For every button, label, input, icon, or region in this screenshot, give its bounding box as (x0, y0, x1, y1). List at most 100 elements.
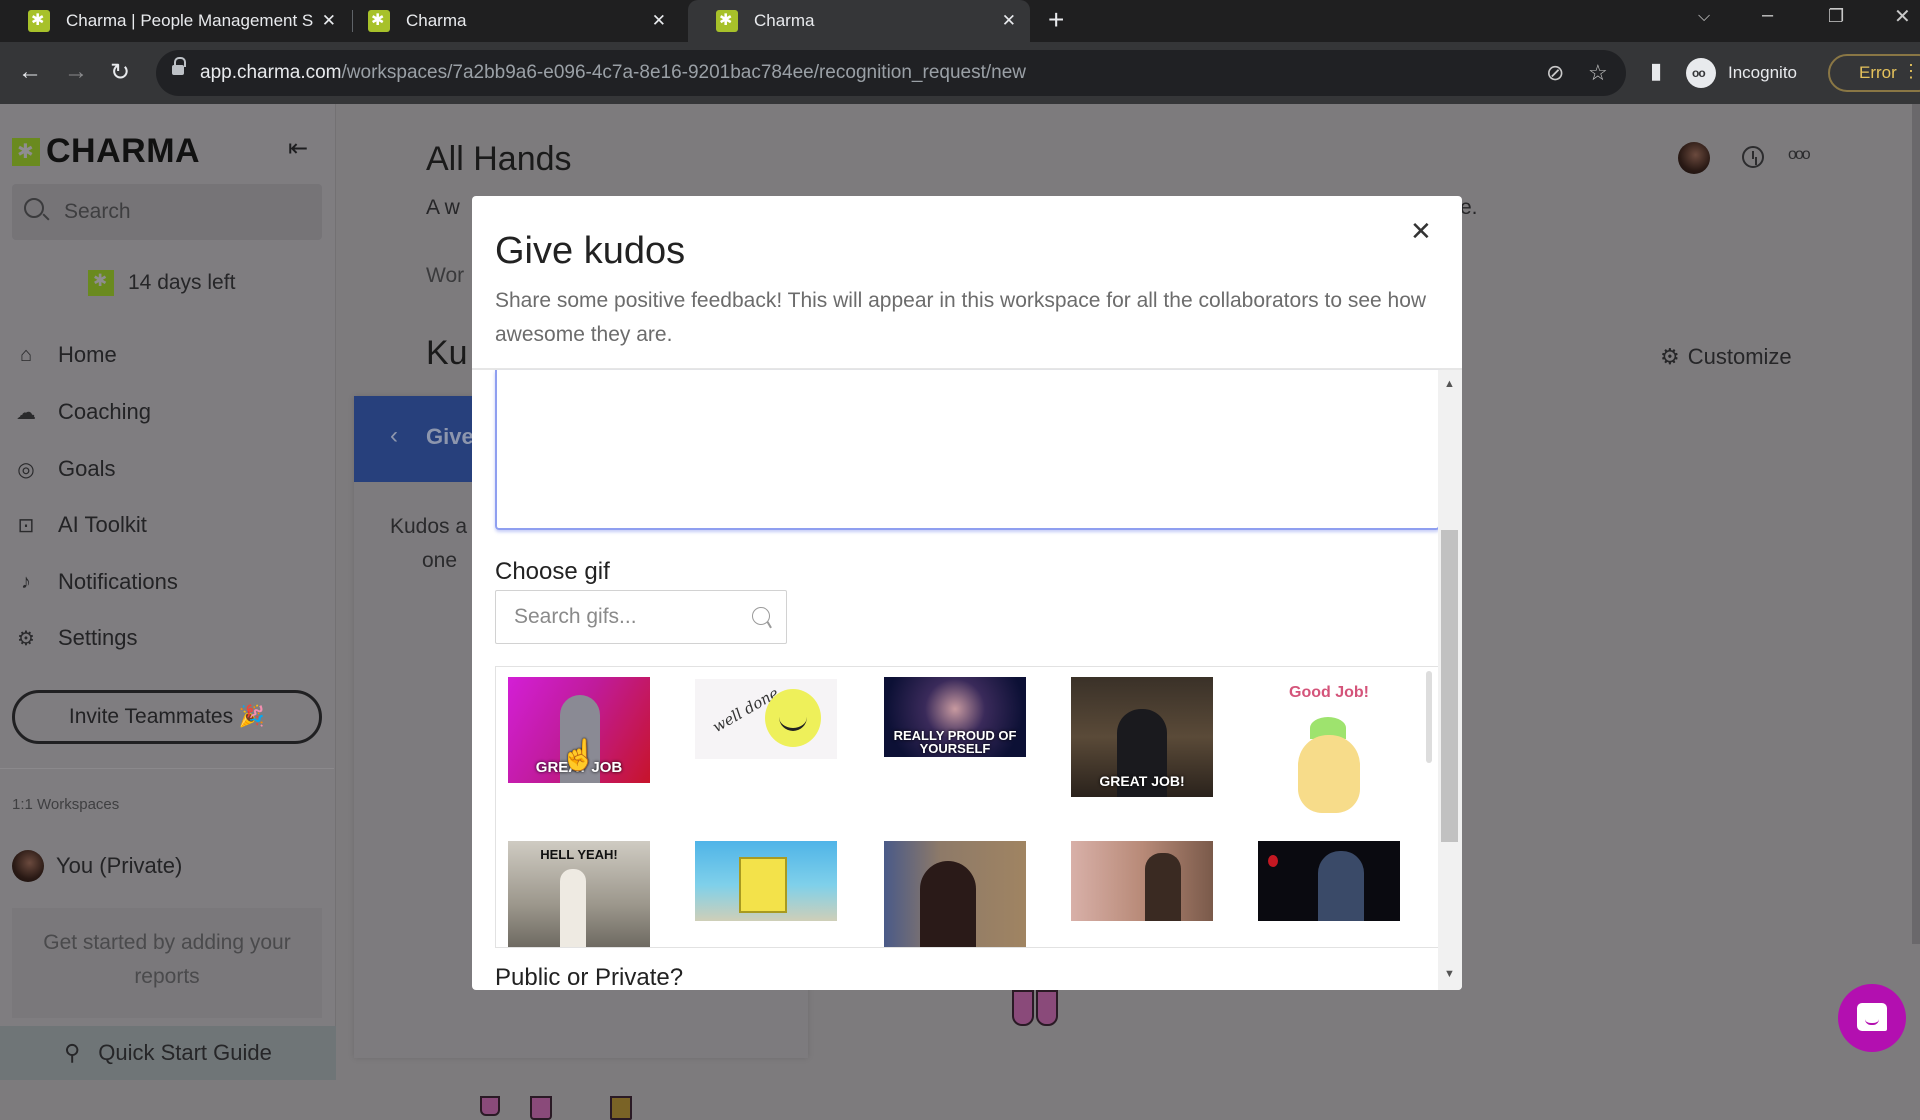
close-tab-icon[interactable]: ✕ (1002, 11, 1016, 31)
sidebar-item-ai-toolkit[interactable]: ⊡ AI Toolkit (12, 512, 147, 538)
kudos-heading: Ku (426, 334, 468, 372)
sidebar-item-goals[interactable]: ◎ Goals (12, 456, 115, 482)
gif-search-input[interactable]: Search gifs... (495, 590, 787, 644)
gif-grid-scrollbar[interactable] (1426, 671, 1432, 763)
quick-start-label: Quick Start Guide (98, 1040, 272, 1065)
gif-option[interactable]: Good Job! (1258, 679, 1400, 819)
incognito-icon (1686, 58, 1716, 88)
customize-button[interactable]: ⚙ Customize (1660, 344, 1792, 370)
bookmark-star-icon[interactable]: ☆ (1588, 60, 1608, 86)
tab-title: Charma (406, 11, 467, 30)
sidebar-item-notifications[interactable]: ♪ Notifications (12, 569, 178, 595)
section-fragment: Wor (426, 264, 465, 287)
gif-caption: GREAT JOB! (1099, 773, 1185, 789)
restore-icon[interactable]: ❐ (1828, 6, 1844, 27)
search-icon (24, 198, 44, 218)
gif-option[interactable]: HELL YEAH! (508, 841, 650, 947)
reload-icon[interactable]: ↻ (110, 58, 130, 87)
add-reports-prompt[interactable]: Get started by adding your reports (12, 908, 322, 1018)
bell-icon: ♪ (21, 570, 31, 593)
chevron-left-icon: ‹ (390, 422, 398, 449)
side-panel-icon[interactable]: ▮ (1650, 58, 1662, 84)
quick-start-guide-button[interactable]: ⚲ Quick Start Guide (0, 1026, 336, 1080)
page-scrollbar[interactable] (1912, 104, 1920, 944)
address-bar[interactable]: app.charma.com/workspaces/7a2bb9a6-e096-… (156, 50, 1626, 96)
gif-option[interactable]: well done (695, 679, 837, 759)
page-title: All Hands (426, 140, 572, 178)
gif-option[interactable]: GREAT JOB! (1071, 677, 1213, 797)
private-workspace-item[interactable]: You (Private) (12, 850, 182, 882)
support-chat-button[interactable] (1838, 984, 1906, 1052)
minimize-icon[interactable]: – (1762, 4, 1773, 27)
choose-gif-label: Choose gif (495, 558, 610, 585)
gif-option[interactable]: REALLY PROUD OF YOURSELF (884, 677, 1026, 757)
sidebar: CHARMA ⇤ Search 14 days left ⌂ Home ☁ Co… (0, 104, 336, 1080)
sidebar-item-settings[interactable]: ⚙ Settings (12, 625, 137, 651)
gif-grid: GREAT JOB well done REALLY PROUD OF YOUR… (495, 666, 1440, 948)
kudos-card-line: Kudos a (390, 515, 468, 538)
error-menu-button[interactable]: Error ⋮ (1828, 54, 1920, 92)
kebab-menu-icon: ⋮ (1902, 61, 1920, 81)
browser-tab[interactable]: Charma | People Management S ✕ (0, 0, 350, 42)
kudos-message-textarea[interactable] (495, 370, 1440, 530)
browser-toolbar: ← → ↻ app.charma.com/workspaces/7a2bb9a6… (0, 42, 1920, 104)
charma-logo-icon (88, 270, 114, 296)
close-icon[interactable]: ✕ (1410, 216, 1432, 247)
window-close-icon[interactable]: ✕ (1894, 4, 1911, 29)
avatar[interactable] (1678, 142, 1710, 174)
sidebar-item-home[interactable]: ⌂ Home (12, 342, 117, 368)
tab-title: Charma (754, 11, 815, 30)
invite-teammates-button[interactable]: Invite Teammates 🎉 (12, 690, 322, 744)
close-tab-icon[interactable]: ✕ (652, 11, 666, 31)
logo-text: CHARMA (46, 132, 201, 170)
new-tab-button[interactable]: + (1048, 4, 1064, 36)
modal-title: Give kudos (495, 230, 686, 272)
hand-cursor-icon: ☝ (560, 739, 598, 772)
gif-option[interactable] (695, 841, 837, 921)
gif-option[interactable] (884, 841, 1026, 947)
gif-caption: Good Job! (1289, 684, 1369, 701)
charma-logo[interactable]: CHARMA (12, 132, 200, 171)
gif-option[interactable] (1071, 841, 1213, 921)
smiley-icon (765, 689, 821, 747)
browser-tab[interactable]: Charma ✕ (340, 0, 680, 42)
decorative-illustration (1012, 990, 1034, 1026)
avatar (12, 850, 44, 882)
incognito-indicator[interactable]: Incognito (1686, 52, 1797, 94)
clock-icon[interactable] (1742, 146, 1764, 168)
charma-favicon-icon (716, 10, 738, 32)
scrollbar-thumb[interactable] (1441, 530, 1458, 842)
modal-scrollbar[interactable]: ▲ ▼ (1438, 370, 1462, 990)
back-icon[interactable]: ← (18, 58, 42, 86)
gif-option[interactable] (1258, 841, 1400, 921)
search-placeholder: Search (64, 200, 131, 223)
lock-icon (172, 57, 186, 77)
gif-figure (739, 857, 787, 913)
tab-search-icon[interactable]: ⌵ (1698, 8, 1710, 26)
forward-icon[interactable]: → (64, 58, 88, 86)
scroll-up-icon[interactable]: ▲ (1444, 378, 1455, 390)
decorative-illustration (1036, 990, 1058, 1026)
trial-text: 14 days left (128, 271, 236, 294)
gif-search-placeholder: Search gifs... (514, 605, 637, 628)
gif-figure (560, 869, 586, 947)
browser-tab-active[interactable]: Charma ✕ (688, 0, 1030, 42)
sidebar-item-label: Goals (58, 456, 116, 481)
collapse-sidebar-icon[interactable]: ⇤ (288, 134, 308, 163)
more-options-icon[interactable]: ooo (1788, 146, 1811, 164)
sidebar-item-label: Notifications (58, 569, 178, 594)
gif-figure (920, 861, 976, 947)
url-text[interactable]: app.charma.com/workspaces/7a2bb9a6-e096-… (200, 62, 1026, 84)
tracking-blocked-icon[interactable]: ⊘ (1546, 60, 1564, 86)
modal-subtitle: Share some positive feedback! This will … (495, 289, 1427, 346)
location-pin-icon: ⚲ (64, 1040, 81, 1065)
trial-badge[interactable]: 14 days left (88, 270, 235, 296)
close-tab-icon[interactable]: ✕ (322, 11, 336, 31)
sidebar-item-coaching[interactable]: ☁ Coaching (12, 399, 151, 425)
search-icon[interactable] (752, 607, 770, 625)
url-host: app.charma.com (200, 62, 342, 83)
scroll-down-icon[interactable]: ▼ (1444, 968, 1455, 980)
modal-body: Choose gif Search gifs... GREAT JOB well… (472, 370, 1462, 990)
sidebar-search[interactable]: Search (12, 184, 322, 240)
browser-tab-bar: Charma | People Management S ✕ Charma ✕ … (0, 0, 1920, 42)
